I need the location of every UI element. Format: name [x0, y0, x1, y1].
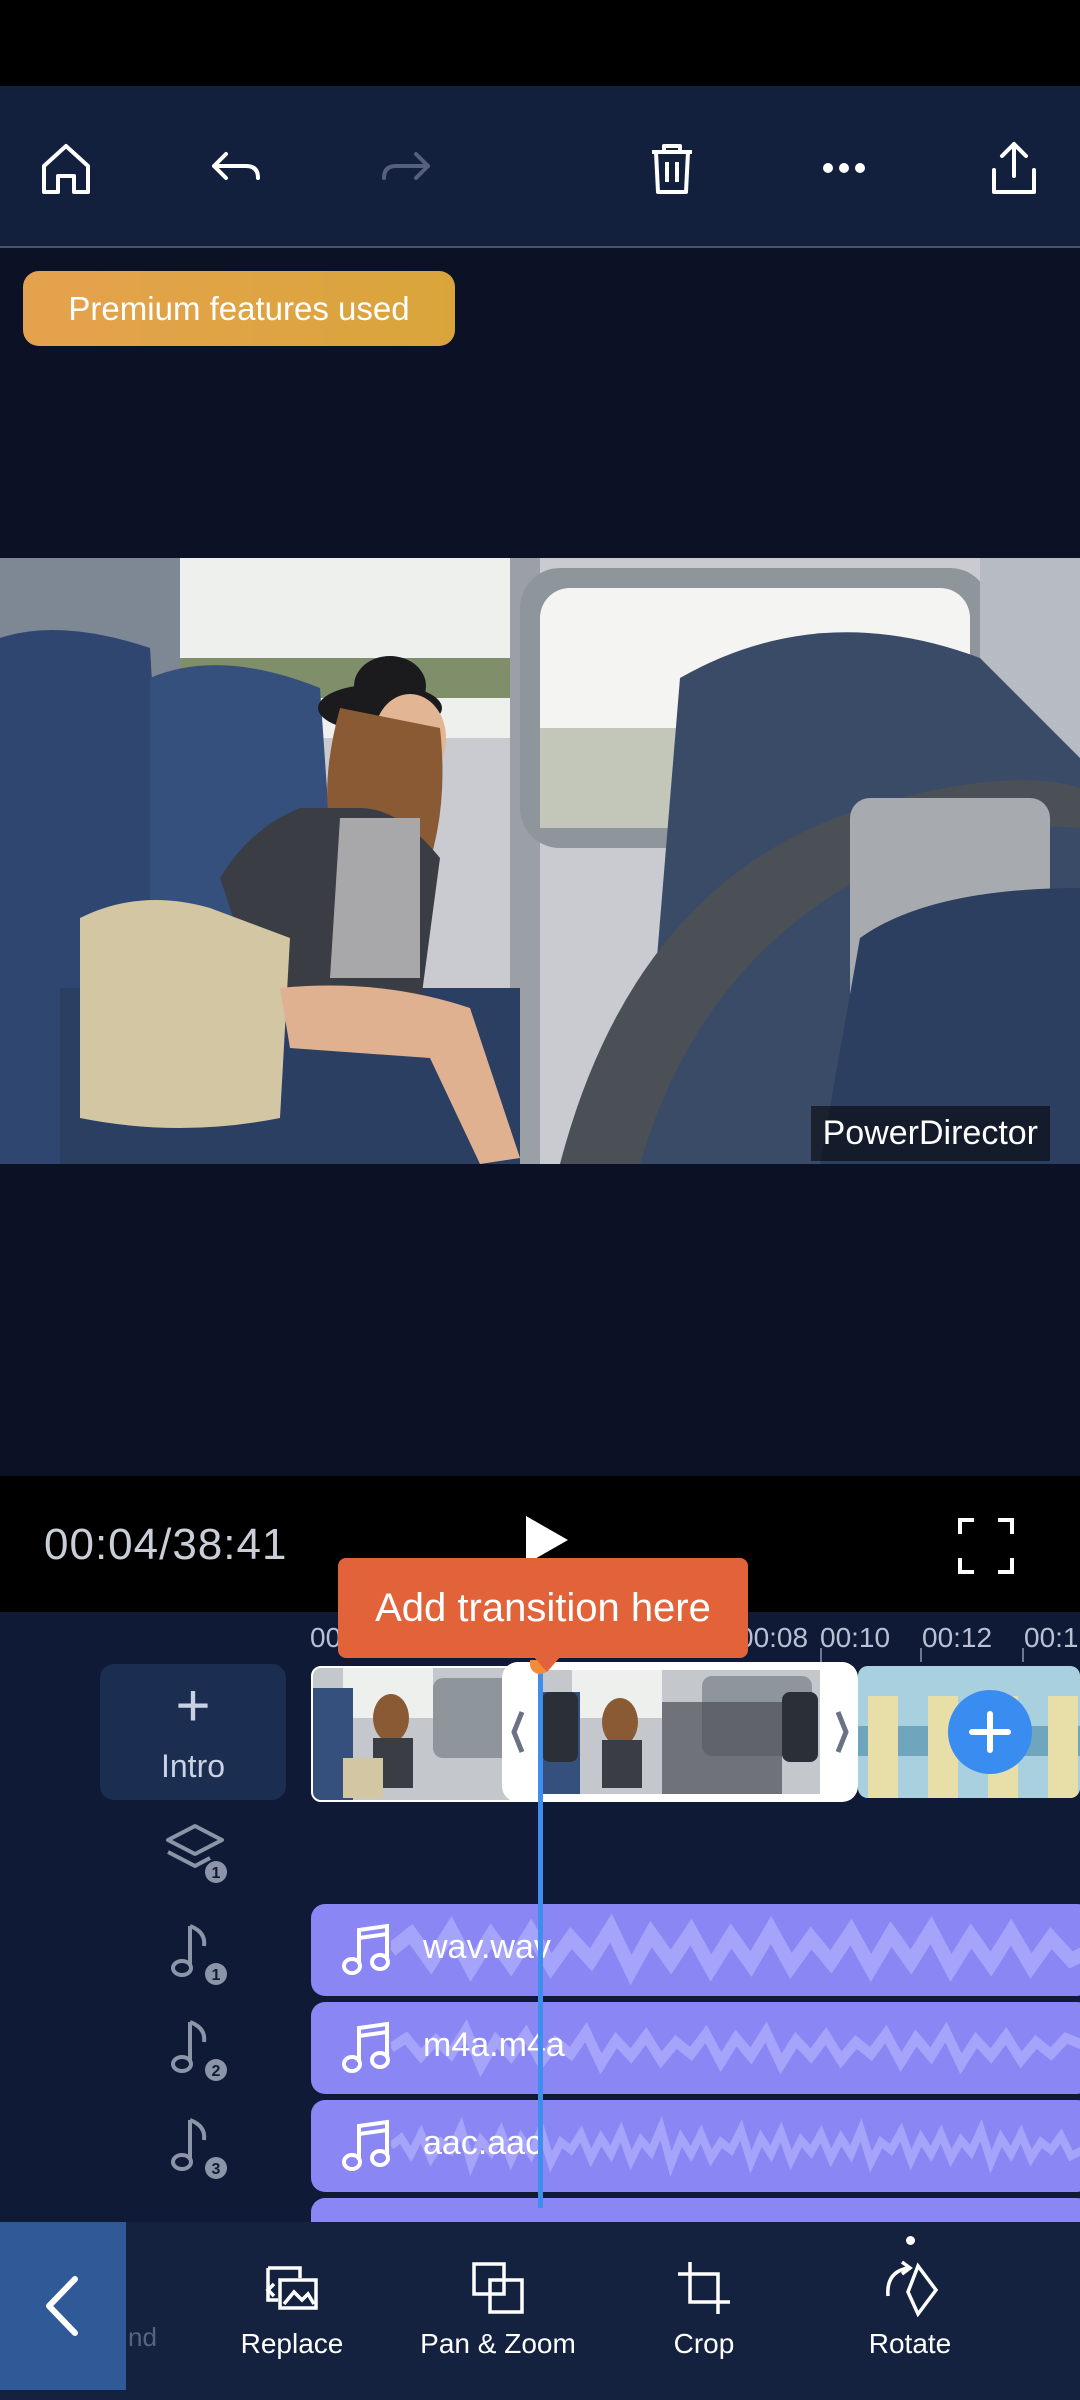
crop-icon — [678, 2262, 730, 2314]
plus-icon — [969, 1711, 1011, 1753]
tooltip-arrow — [533, 1656, 561, 1672]
track-badge: 3 — [212, 2161, 221, 2178]
timecode: 00:04/38:41 — [44, 1520, 288, 1569]
ruler-tick — [1022, 1648, 1024, 1662]
track-badge: 1 — [212, 1967, 221, 1984]
crop-label: Crop — [673, 2328, 735, 2359]
music-note-icon — [342, 1923, 390, 1975]
pan-zoom-label: Pan & Zoom — [420, 2328, 576, 2359]
rotate-icon — [886, 2260, 939, 2318]
add-transition-tooltip[interactable]: Add transition here — [338, 1558, 748, 1658]
video-preview[interactable] — [0, 558, 1080, 1164]
premium-badge[interactable]: Premium features used — [23, 271, 455, 346]
indicator-dot — [906, 2236, 915, 2245]
music-note-icon — [342, 2119, 390, 2171]
ruler-label: 00:1 — [1024, 1622, 1079, 1653]
fullscreen-icon[interactable] — [956, 1516, 1016, 1576]
home-button[interactable] — [24, 126, 108, 210]
pan-zoom-button[interactable]: Pan & Zoom — [418, 2256, 578, 2360]
more-icon — [823, 163, 865, 173]
back-button[interactable] — [0, 2222, 126, 2390]
status-bar — [0, 0, 1080, 86]
more-button[interactable] — [802, 126, 886, 210]
crop-button[interactable]: Crop — [624, 2256, 784, 2360]
audio-clip-partial[interactable] — [311, 2198, 1080, 2222]
audio-clip[interactable]: m4a.m4a — [311, 2002, 1080, 2094]
overlay-layer-icon[interactable]: 1 — [160, 1818, 230, 1888]
pan-zoom-icon — [472, 2262, 524, 2314]
top-toolbar — [0, 86, 1080, 248]
partial-tool-label[interactable]: nd — [128, 2322, 157, 2353]
audio-clip-name: wav.wav — [423, 1928, 551, 1966]
music-note-icon — [342, 2021, 390, 2073]
audio-clip[interactable]: aac.aac — [311, 2100, 1080, 2192]
clip-thumbnail — [313, 1668, 533, 1800]
music-track-icon[interactable]: 3 — [160, 2112, 230, 2182]
share-button[interactable] — [972, 126, 1056, 210]
music-track-icon[interactable]: 2 — [160, 2014, 230, 2084]
ruler-tick — [920, 1648, 922, 1662]
ruler-tick — [820, 1648, 822, 1662]
redo-button[interactable] — [364, 126, 448, 210]
audio-clip-name: m4a.m4a — [423, 2026, 565, 2064]
track-badge: 2 — [212, 2063, 221, 2080]
selected-clip[interactable] — [502, 1662, 858, 1802]
rotate-button[interactable]: Rotate — [830, 2256, 990, 2360]
plus-icon: + — [175, 1672, 211, 1739]
clip-thumbnail-selected — [511, 1670, 849, 1794]
audio-clip[interactable]: wav.wav — [311, 1904, 1080, 1996]
add-clip-button[interactable] — [948, 1690, 1032, 1774]
overlay-badge: 1 — [212, 1865, 221, 1882]
music-track-icon[interactable]: 1 — [160, 1918, 230, 1988]
redo-icon — [382, 152, 430, 180]
share-icon — [992, 142, 1036, 194]
undo-button[interactable] — [194, 126, 278, 210]
audio-clip-name: aac.aac — [423, 2124, 543, 2162]
replace-icon — [265, 2266, 318, 2310]
ruler-label: 00:08 — [738, 1622, 809, 1653]
intro-label: Intro — [160, 1748, 226, 1784]
intro-button[interactable]: + Intro — [100, 1664, 286, 1800]
ruler-label: 00:10 — [820, 1622, 891, 1653]
delete-button[interactable] — [630, 126, 714, 210]
playhead[interactable] — [538, 1668, 543, 2208]
video-frame-image — [0, 558, 1080, 1164]
undo-icon — [212, 152, 260, 180]
ruler-label: 00 — [310, 1622, 342, 1653]
chevron-left-icon — [46, 2276, 78, 2336]
watermark: PowerDirector — [810, 1106, 1050, 1161]
home-icon — [42, 144, 90, 194]
replace-button[interactable]: Replace — [212, 2256, 372, 2360]
rotate-label: Rotate — [868, 2328, 952, 2359]
ruler-label: 00:12 — [922, 1622, 993, 1653]
replace-label: Replace — [240, 2328, 344, 2359]
trash-icon — [652, 144, 692, 194]
